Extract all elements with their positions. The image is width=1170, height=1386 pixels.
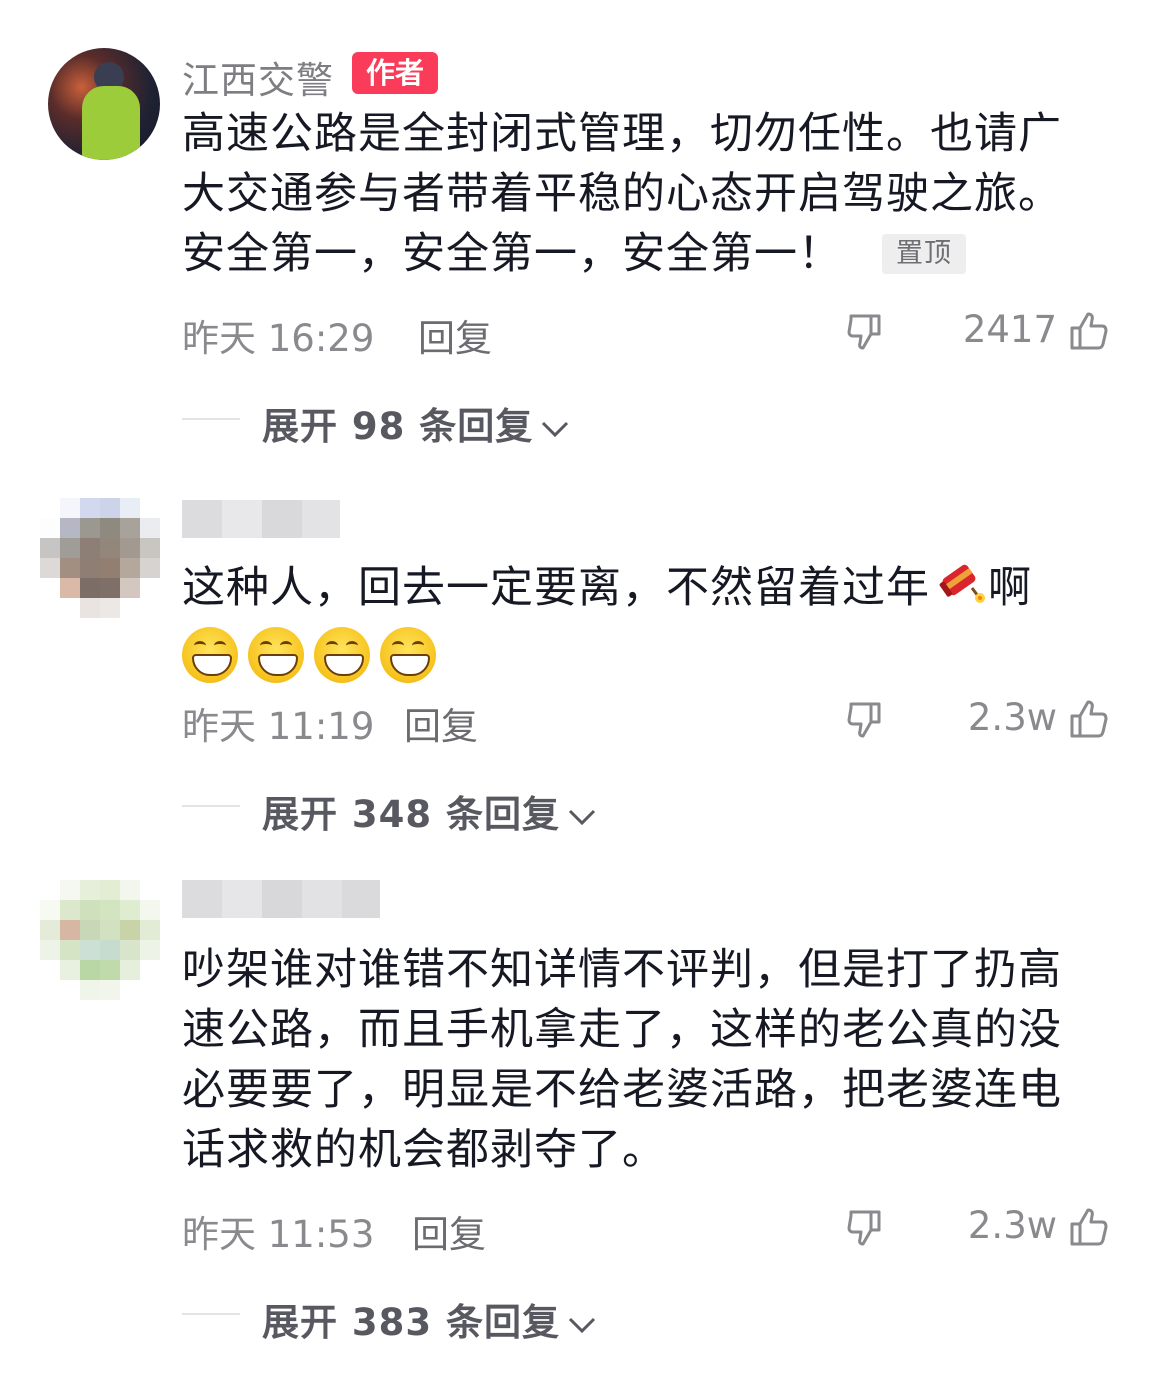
comment-line: 速公路，而且手机拿走了，这样的老公真的没 xyxy=(182,1005,1062,1055)
expand-replies-button[interactable]: 展开 383 条回复 xyxy=(262,1292,600,1346)
reply-button[interactable]: 回复 xyxy=(412,1204,486,1258)
like-icon[interactable] xyxy=(1068,1206,1110,1248)
comment-text: 吵架谁对谁错不知详情不评判，但是打了扔高 速公路，而且手机拿走了，这样的老公真的… xyxy=(182,940,1092,1180)
chevron-down-icon xyxy=(568,1317,596,1333)
comment-line: 话求救的机会都剥夺了。 xyxy=(182,1125,666,1175)
like-count: 2.3w xyxy=(967,1204,1057,1247)
comment-item: 吵架谁对谁错不知详情不评判，但是打了扔高 速公路，而且手机拿走了，这样的老公真的… xyxy=(0,0,1170,1386)
username-blurred[interactable] xyxy=(182,880,380,918)
comment-line: 必要要了，明显是不给老婆活路，把老婆连电 xyxy=(182,1065,1062,1115)
dislike-icon[interactable] xyxy=(845,1208,885,1248)
comment-line: 吵架谁对谁错不知详情不评判，但是打了扔高 xyxy=(182,945,1062,995)
avatar[interactable] xyxy=(40,880,160,1000)
expand-replies-label: 展开 383 条回复 xyxy=(262,1301,560,1344)
comment-time: 昨天 11:53 xyxy=(182,1213,375,1256)
divider xyxy=(182,1313,240,1315)
